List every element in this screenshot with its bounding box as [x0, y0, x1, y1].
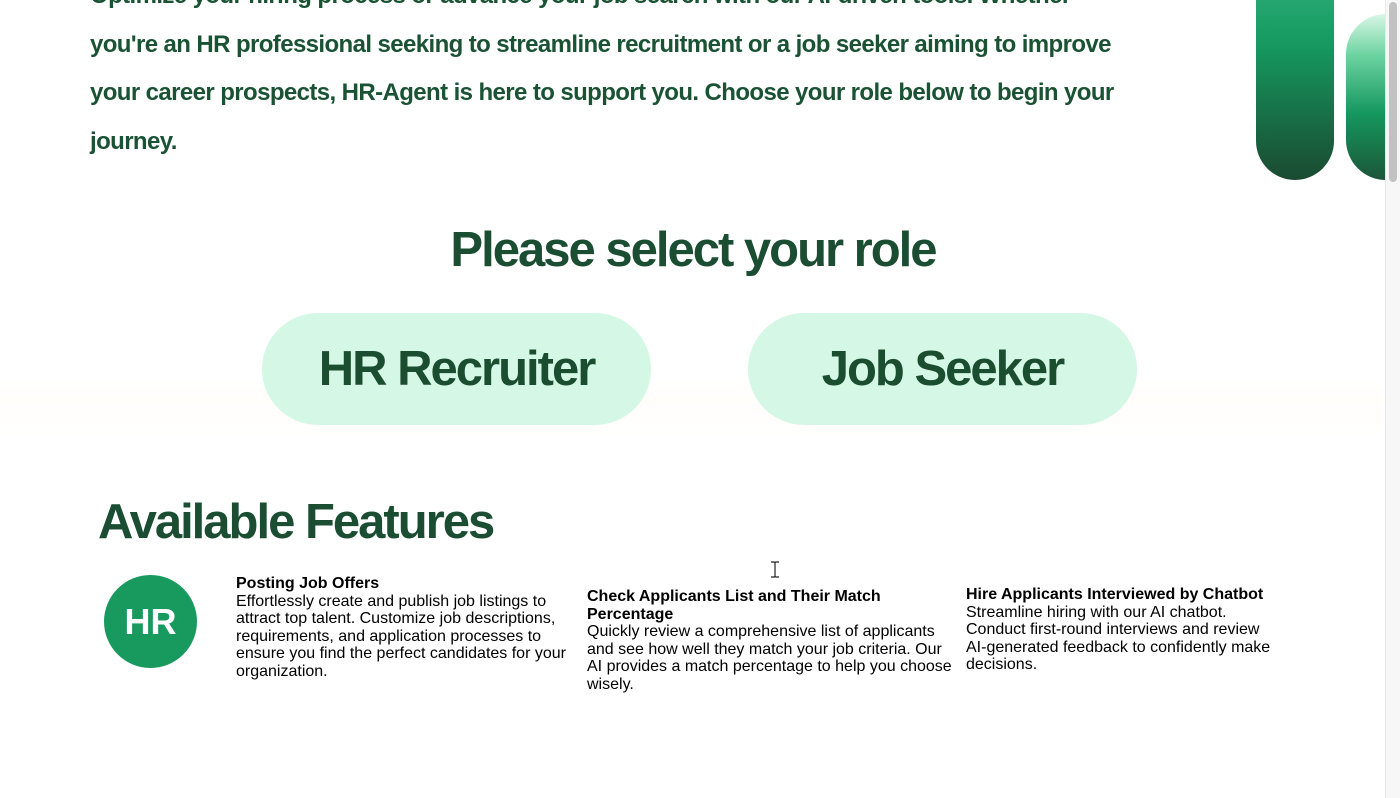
feature-description: Quickly review a comprehensive list of a…: [587, 623, 952, 693]
job-seeker-button[interactable]: Job Seeker: [748, 313, 1137, 425]
feature-check-applicants: Check Applicants List and Their Match Pe…: [587, 588, 959, 694]
hr-recruiter-button[interactable]: HR Recruiter: [262, 313, 651, 425]
decorative-pill-dark: [1256, 0, 1334, 180]
scrollbar-thumb[interactable]: [1389, 2, 1397, 182]
feature-title: Posting Job Offers: [236, 575, 380, 592]
features-heading: Available Features: [98, 495, 495, 549]
role-selection-heading: Please select your role: [450, 223, 937, 277]
hr-badge-icon: HR: [104, 575, 197, 668]
feature-title: Check Applicants List and Their Match Pe…: [587, 588, 881, 623]
vertical-scrollbar[interactable]: [1385, 0, 1400, 798]
feature-title: Hire Applicants Interviewed by Chatbot: [966, 586, 1264, 603]
feature-hire-applicants: Hire Applicants Interviewed by Chatbot S…: [966, 586, 1276, 674]
feature-description: Effortlessly create and publish job list…: [236, 592, 566, 680]
intro-text: Optimize your hiring process or advance …: [90, 0, 1114, 155]
feature-description: Streamline hiring with our AI chatbot. C…: [966, 603, 1271, 674]
page: Optimize your hiring process or advance …: [0, 0, 1400, 798]
text-cursor-icon: [770, 561, 780, 578]
feature-posting-job-offers: Posting Job Offers Effortlessly create a…: [236, 575, 566, 681]
